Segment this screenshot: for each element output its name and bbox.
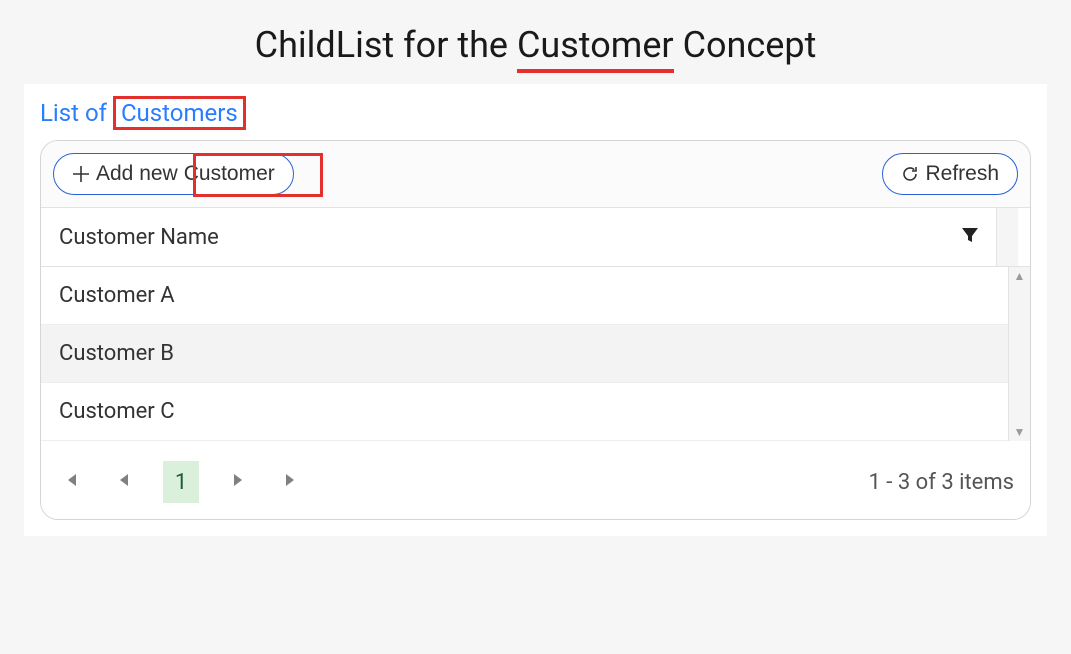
- cell-name: Customer C: [59, 399, 175, 424]
- grid-header: Customer Name: [41, 207, 1030, 267]
- pager-last-icon[interactable]: [277, 466, 305, 499]
- title-prefix: ChildList for the: [255, 24, 517, 66]
- grid: Add new Customer Refresh Customer Name C…: [40, 140, 1031, 520]
- cell-name: Customer A: [59, 283, 175, 308]
- refresh-label: Refresh: [925, 162, 999, 186]
- pager-first-icon[interactable]: [57, 466, 85, 499]
- caption-entity-highlight: Customers: [113, 96, 246, 130]
- scroll-down-icon[interactable]: ▼: [1009, 423, 1030, 441]
- scrollbar[interactable]: ▲ ▼: [1008, 267, 1030, 441]
- refresh-icon: [901, 165, 919, 183]
- filter-icon[interactable]: [950, 225, 990, 250]
- add-new-button[interactable]: Add new Customer: [53, 153, 294, 195]
- pager-current-page[interactable]: 1: [163, 461, 199, 503]
- pager: 1 1 - 3 of 3 items: [41, 441, 1030, 519]
- caption-prefix: List of: [40, 99, 113, 127]
- pager-prev-icon[interactable]: [111, 466, 137, 498]
- list-caption: List of Customers: [40, 84, 1031, 140]
- header-gutter: [996, 208, 1018, 266]
- table-row[interactable]: Customer A: [41, 267, 1008, 325]
- scroll-up-icon[interactable]: ▲: [1009, 267, 1030, 285]
- grid-body: Customer A Customer B Customer C ▲ ▼: [41, 267, 1030, 441]
- pager-info: 1 - 3 of 3 items: [868, 470, 1014, 495]
- title-suffix: Concept: [674, 24, 817, 66]
- page-title: ChildList for the Customer Concept: [0, 24, 1071, 66]
- plus-icon: [72, 165, 90, 183]
- pager-next-icon[interactable]: [225, 466, 251, 498]
- cell-name: Customer B: [59, 341, 174, 366]
- table-row[interactable]: Customer C: [41, 383, 1008, 441]
- list-panel: List of Customers Add new Customer Refre…: [24, 84, 1047, 536]
- add-button-wrap: Add new Customer: [53, 153, 294, 195]
- add-label-prefix: Add new: [96, 162, 178, 186]
- table-row[interactable]: Customer B: [41, 325, 1008, 383]
- add-label-entity: Customer: [184, 162, 275, 186]
- title-underlined: Customer: [517, 24, 674, 73]
- refresh-button[interactable]: Refresh: [882, 153, 1018, 195]
- toolbar: Add new Customer Refresh: [41, 141, 1030, 207]
- pager-controls: 1: [57, 461, 305, 503]
- column-header-name[interactable]: Customer Name: [53, 209, 950, 266]
